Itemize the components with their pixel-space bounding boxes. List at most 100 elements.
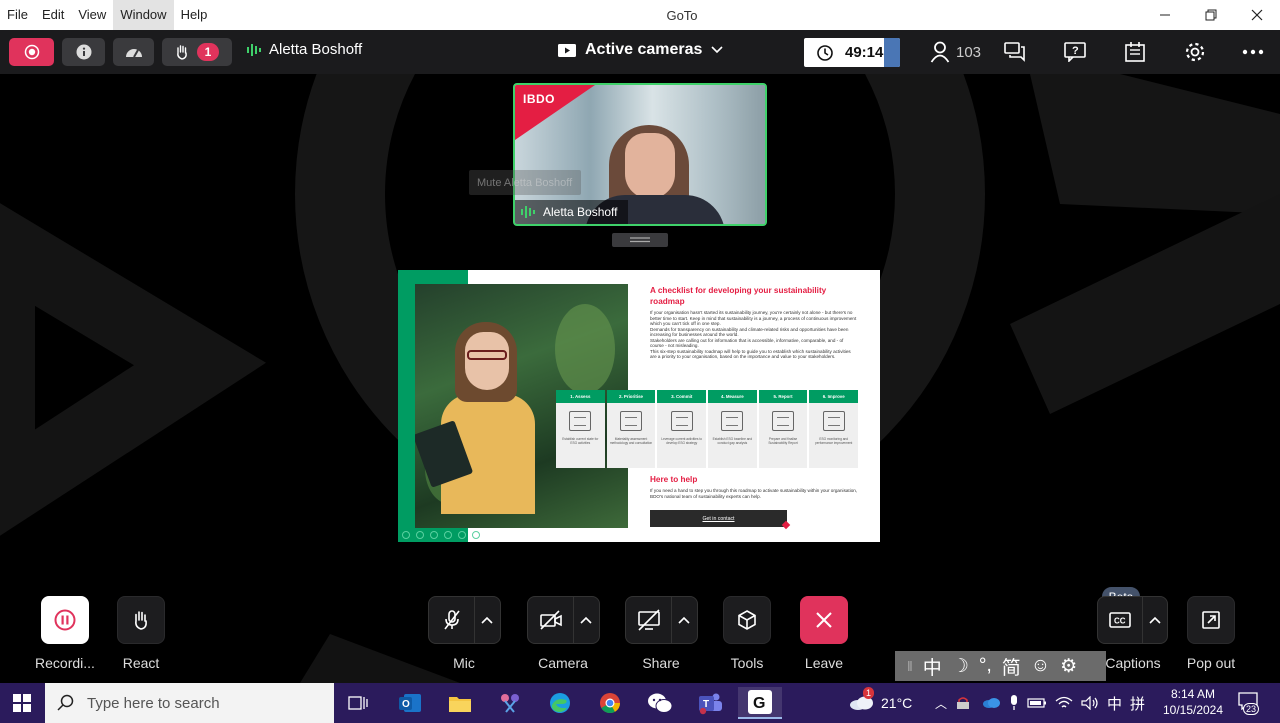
onedrive-icon[interactable] <box>981 697 1001 709</box>
roadmap-steps: 1. Assess Establish current state for ESG… <box>556 390 859 468</box>
pop-out-button[interactable] <box>1187 596 1235 644</box>
participant-face <box>625 133 675 199</box>
vpn-icon[interactable] <box>955 696 973 710</box>
taskbar-chrome[interactable] <box>588 687 632 719</box>
svg-text:CC: CC <box>1114 617 1126 626</box>
wifi-icon[interactable] <box>1055 696 1073 710</box>
taskbar-outlook[interactable]: O <box>388 687 432 719</box>
ime-mode-toggle[interactable]: 中 <box>923 653 942 680</box>
minimize-button[interactable] <box>1142 0 1188 30</box>
battery-icon[interactable] <box>1027 697 1047 709</box>
commit-icon <box>670 411 693 431</box>
leave-button[interactable] <box>800 596 848 644</box>
input-language[interactable]: 中 <box>1107 693 1122 714</box>
share-control <box>625 596 698 644</box>
taskbar-snipping-tool[interactable] <box>488 687 532 719</box>
taskbar-wechat[interactable] <box>638 687 682 719</box>
taskbar-file-explorer[interactable] <box>438 687 482 719</box>
gear-icon[interactable]: ⚙ <box>1060 655 1077 678</box>
menu-help[interactable]: Help <box>174 0 215 30</box>
recording-control[interactable] <box>41 596 89 644</box>
taskbar-edge[interactable] <box>538 687 582 719</box>
taskbar-teams[interactable]: T <box>688 687 732 719</box>
captions-options-button[interactable] <box>1143 597 1167 643</box>
person-icon <box>930 41 950 63</box>
menu-view[interactable]: View <box>71 0 113 30</box>
mic-button[interactable] <box>429 597 475 643</box>
search-icon <box>57 694 74 711</box>
meeting-timer[interactable]: 49:14 <box>804 38 900 67</box>
menu-window[interactable]: Window <box>113 0 174 30</box>
connection-quality-button[interactable] <box>113 38 154 66</box>
chevron-up-icon <box>678 616 690 624</box>
taskbar-goto[interactable]: G <box>738 687 782 719</box>
screen-share-area: A checklist for developing your sustaina… <box>398 256 880 556</box>
window-controls <box>1142 0 1280 30</box>
taskbar-clock[interactable]: 8:14 AM 10/15/2024 <box>1160 686 1226 718</box>
audio-level-icon <box>521 206 535 218</box>
prioritise-icon <box>620 411 642 431</box>
eraser-icon <box>444 530 452 539</box>
raised-hands-button[interactable]: 1 <box>162 38 232 66</box>
attendees-button[interactable]: 103 <box>930 41 981 63</box>
timer-value: 49:14 <box>845 44 884 61</box>
tools-control[interactable] <box>723 596 771 644</box>
task-view-button[interactable] <box>336 687 380 719</box>
moon-icon[interactable]: ☽ <box>952 655 969 678</box>
start-button[interactable] <box>0 683 44 723</box>
restore-button[interactable] <box>1188 0 1234 30</box>
captions-button[interactable]: CC <box>1098 597 1144 643</box>
layout-selector[interactable]: Active cameras <box>558 41 723 59</box>
share-options-button[interactable] <box>672 597 696 643</box>
ime-script-toggle[interactable]: 简 <box>1002 653 1021 680</box>
questions-button[interactable]: ? <box>1063 40 1087 64</box>
meeting-info-button[interactable] <box>62 38 105 66</box>
input-mode[interactable]: 拼 <box>1130 693 1145 714</box>
step-text: Prepare and finalise Sustainability Repo… <box>768 437 798 445</box>
chevron-up-icon <box>481 616 493 624</box>
edge-icon <box>550 693 570 713</box>
ime-toolbar: ‖ 中 ☽ °, 简 ☺ ⚙ <box>895 651 1106 681</box>
pop-out-control[interactable] <box>1187 596 1235 644</box>
roadmap-step: 3. Commit Leverage current activities to … <box>657 390 707 468</box>
close-window-button[interactable] <box>1234 0 1280 30</box>
camera-button[interactable] <box>528 597 574 643</box>
react-control[interactable] <box>117 596 165 644</box>
slide-paragraph: This six-step sustainability roadmap wil… <box>650 348 851 360</box>
notes-button[interactable] <box>1123 40 1147 64</box>
microphone-icon[interactable] <box>1009 695 1019 711</box>
step-text: Establish current state for ESG activiti… <box>562 437 599 445</box>
video-drag-handle[interactable] <box>612 233 668 247</box>
emoji-icon[interactable]: ☺ <box>1031 655 1050 677</box>
mute-tooltip: Mute Aletta Boshoff <box>469 170 581 195</box>
tools-button[interactable] <box>723 596 771 644</box>
measure-icon <box>721 411 744 431</box>
ime-punctuation-toggle[interactable]: °, <box>979 655 992 677</box>
tools-label: Tools <box>730 655 764 671</box>
chevron-up-icon[interactable]: ︿ <box>935 695 947 712</box>
weather-widget[interactable]: 1 21°C <box>849 683 912 723</box>
chat-button[interactable] <box>1003 40 1027 64</box>
recording-button[interactable] <box>41 596 89 644</box>
menu-edit[interactable]: Edit <box>35 0 71 30</box>
presentation-controls <box>402 529 480 540</box>
svg-text:?: ? <box>1072 45 1079 57</box>
settings-button[interactable] <box>1183 40 1207 64</box>
more-options-button[interactable] <box>1241 40 1265 64</box>
share-button[interactable] <box>626 597 672 643</box>
leave-control[interactable] <box>800 596 848 644</box>
mic-options-button[interactable] <box>475 597 499 643</box>
recording-indicator-button[interactable] <box>9 38 54 66</box>
step-title: 4. Measure <box>708 390 757 403</box>
volume-icon[interactable] <box>1081 696 1099 710</box>
step-title: 3. Commit <box>657 390 707 403</box>
recording-label: Recordi... <box>35 655 95 671</box>
menu-file[interactable]: File <box>0 0 35 30</box>
react-button[interactable] <box>117 596 165 644</box>
participant-video-tile[interactable]: IBDO Aletta Boshoff <box>513 83 767 226</box>
svg-text:O: O <box>402 699 410 710</box>
taskbar-search[interactable]: Type here to search <box>45 683 334 723</box>
mic-off-icon <box>443 610 460 630</box>
camera-options-button[interactable] <box>574 597 598 643</box>
gear-icon <box>1185 42 1205 62</box>
